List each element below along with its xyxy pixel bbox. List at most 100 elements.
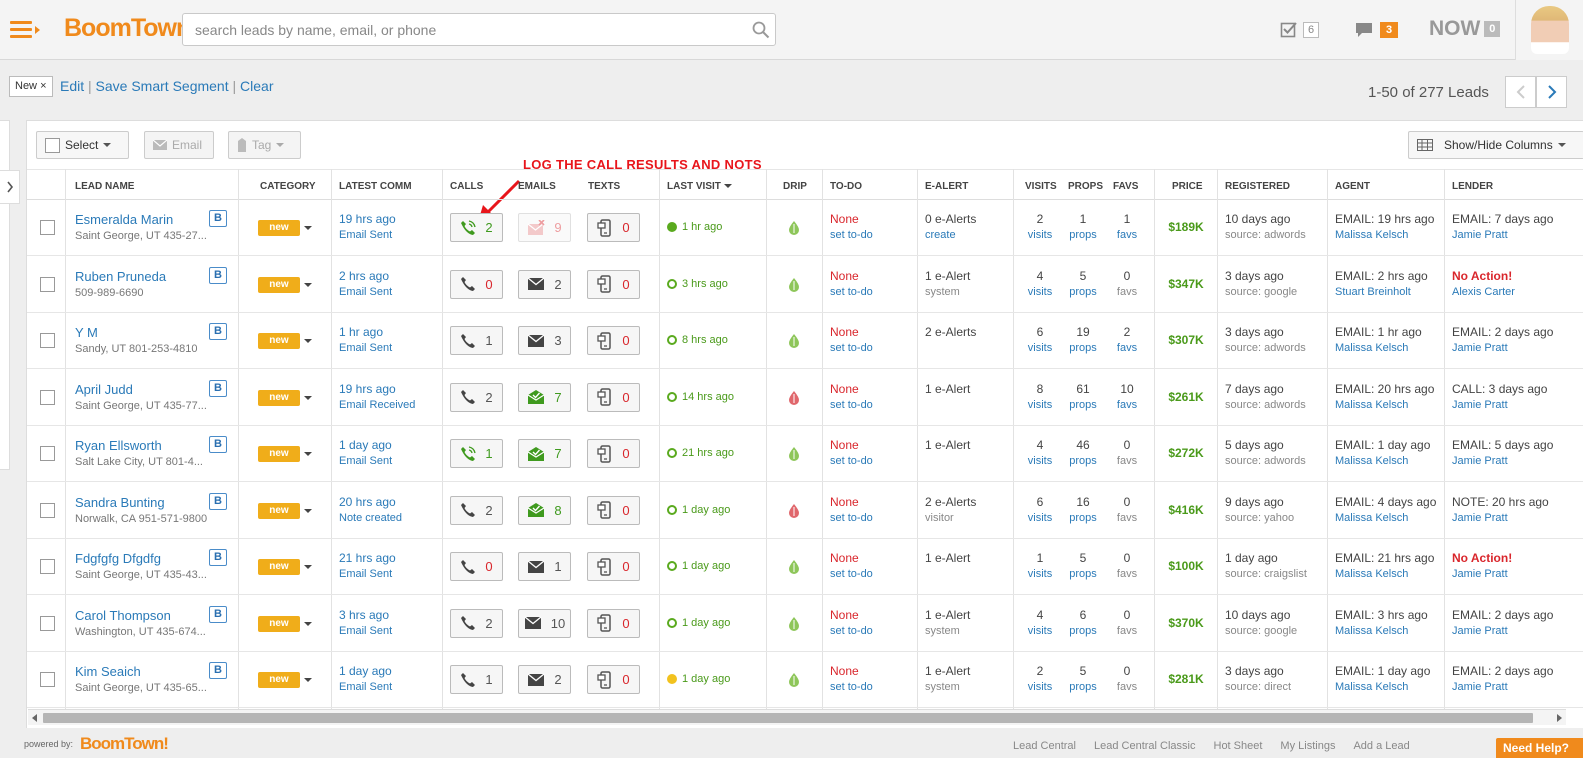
- scroll-left-icon[interactable]: [32, 714, 37, 722]
- table-row[interactable]: Ruben Pruneda 509-989-6690 Bnew 2 hrs ago Em…: [27, 257, 1583, 313]
- table-row[interactable]: Ryan Ellsworth Salt Lake City, UT 801-4..…: [27, 426, 1583, 482]
- visits-stat[interactable]: 2 visits: [1020, 212, 1060, 241]
- props-label[interactable]: props: [1063, 681, 1103, 693]
- ealert-count[interactable]: 1 e-Alert: [925, 438, 970, 452]
- lead-name-link[interactable]: Sandra Bunting: [75, 495, 165, 510]
- props-stat[interactable]: 5 props: [1063, 551, 1103, 580]
- drip-drop-icon[interactable]: [788, 616, 800, 631]
- col-texts[interactable]: TEXTS: [588, 181, 620, 192]
- props-stat[interactable]: 6 props: [1063, 608, 1103, 637]
- table-row[interactable]: Kim Seaich Saint George, UT 435-65... Bnew…: [27, 652, 1583, 708]
- texts-button[interactable]: 0: [587, 608, 640, 638]
- visits-label[interactable]: visits: [1020, 286, 1060, 298]
- latest-comm-time[interactable]: 19 hrs ago: [339, 212, 396, 226]
- emails-button[interactable]: 7: [518, 382, 571, 412]
- favs-stat[interactable]: 2 favs: [1107, 325, 1147, 354]
- col-category[interactable]: CATEGORY: [260, 181, 316, 192]
- category-badge[interactable]: new: [258, 559, 300, 575]
- latest-comm-type[interactable]: Email Sent: [339, 568, 392, 580]
- expand-sidebar-button[interactable]: [0, 170, 20, 204]
- buyer-badge[interactable]: B: [209, 492, 227, 510]
- favs-label[interactable]: favs: [1107, 399, 1147, 411]
- latest-comm-time[interactable]: 1 hr ago: [339, 325, 383, 339]
- props-stat[interactable]: 5 props: [1063, 664, 1103, 693]
- texts-button[interactable]: 0: [587, 269, 640, 299]
- row-checkbox[interactable]: [40, 502, 55, 518]
- segment-chip-new[interactable]: New ×: [9, 76, 53, 97]
- latest-comm-type[interactable]: Email Received: [339, 399, 415, 411]
- lender-name-link[interactable]: Jamie Pratt: [1452, 568, 1508, 580]
- row-checkbox[interactable]: [40, 333, 55, 348]
- calls-button[interactable]: 2: [450, 382, 503, 412]
- agent-name-link[interactable]: Malissa Kelsch: [1335, 568, 1408, 580]
- messages-indicator[interactable]: 3: [1354, 20, 1398, 40]
- latest-comm-type[interactable]: Email Sent: [339, 455, 392, 467]
- user-avatar[interactable]: [1515, 0, 1583, 60]
- next-page-button[interactable]: [1536, 76, 1567, 108]
- buyer-badge[interactable]: B: [209, 662, 227, 679]
- favs-label[interactable]: favs: [1107, 286, 1147, 298]
- latest-comm-time[interactable]: 3 hrs ago: [339, 608, 389, 622]
- latest-comm-type[interactable]: Email Sent: [339, 342, 392, 354]
- col-props[interactable]: PROPS: [1068, 181, 1103, 192]
- agent-name-link[interactable]: Malissa Kelsch: [1335, 455, 1408, 467]
- row-checkbox[interactable]: [40, 446, 55, 461]
- texts-button[interactable]: 0: [587, 382, 640, 412]
- lead-name-link[interactable]: Carol Thompson: [75, 608, 171, 623]
- lead-name-link[interactable]: Ruben Pruneda: [75, 269, 166, 284]
- col-last-visit[interactable]: LAST VISIT: [667, 181, 732, 192]
- latest-comm-type[interactable]: Note created: [339, 512, 402, 524]
- props-stat[interactable]: 61 props: [1063, 382, 1103, 411]
- col-latest-comm[interactable]: LATEST COMM: [339, 181, 412, 192]
- col-lender[interactable]: LENDER: [1452, 181, 1493, 192]
- row-checkbox[interactable]: [40, 672, 55, 687]
- ealert-count[interactable]: 1 e-Alert: [925, 608, 970, 622]
- lender-name-link[interactable]: Jamie Pratt: [1452, 625, 1508, 637]
- agent-name-link[interactable]: Malissa Kelsch: [1335, 399, 1408, 411]
- emails-button[interactable]: 3: [518, 326, 571, 355]
- category-caret-icon[interactable]: [304, 678, 312, 682]
- emails-button[interactable]: 10: [518, 608, 571, 638]
- category-caret-icon[interactable]: [304, 452, 312, 456]
- col-favs[interactable]: FAVS: [1113, 181, 1138, 192]
- visits-stat[interactable]: 1 visits: [1020, 551, 1060, 580]
- texts-button[interactable]: 0: [587, 326, 640, 355]
- tag-dropdown[interactable]: Tag: [228, 131, 301, 159]
- hamburger-menu-icon[interactable]: [10, 17, 40, 43]
- calls-button[interactable]: 2: [450, 213, 503, 242]
- visits-stat[interactable]: 6 visits: [1020, 325, 1060, 354]
- col-registered[interactable]: REGISTERED: [1225, 181, 1290, 192]
- lead-name-link[interactable]: April Judd: [75, 382, 133, 397]
- lender-name-link[interactable]: Jamie Pratt: [1452, 229, 1508, 241]
- latest-comm-type[interactable]: Email Sent: [339, 681, 392, 693]
- ealert-count[interactable]: 1 e-Alert: [925, 664, 970, 678]
- visits-label[interactable]: visits: [1020, 399, 1060, 411]
- visits-label[interactable]: visits: [1020, 568, 1060, 580]
- save-smart-segment-link[interactable]: Save Smart Segment: [96, 78, 229, 94]
- row-checkbox[interactable]: [40, 615, 55, 631]
- agent-name-link[interactable]: Malissa Kelsch: [1335, 681, 1408, 693]
- emails-button[interactable]: 2: [518, 269, 571, 299]
- search-input[interactable]: [182, 13, 776, 46]
- visits-label[interactable]: visits: [1020, 512, 1060, 524]
- category-badge[interactable]: new: [258, 672, 300, 688]
- lead-name-link[interactable]: Esmeralda Marin: [75, 212, 173, 227]
- favs-label[interactable]: favs: [1107, 229, 1147, 241]
- latest-comm-time[interactable]: 21 hrs ago: [339, 551, 396, 565]
- category-badge[interactable]: new: [258, 446, 300, 462]
- favs-stat[interactable]: 10 favs: [1107, 382, 1147, 411]
- edit-segment-link[interactable]: Edit: [60, 78, 84, 94]
- agent-name-link[interactable]: Malissa Kelsch: [1335, 342, 1408, 354]
- agent-name-link[interactable]: Malissa Kelsch: [1335, 229, 1408, 241]
- col-price[interactable]: PRICE: [1172, 181, 1203, 192]
- visits-label[interactable]: visits: [1020, 681, 1060, 693]
- category-caret-icon[interactable]: [304, 339, 312, 343]
- emails-button[interactable]: 9: [518, 213, 571, 242]
- table-row[interactable]: Esmeralda Marin Saint George, UT 435-27..…: [27, 200, 1583, 256]
- ealert-count[interactable]: 0 e-Alerts: [925, 212, 976, 226]
- ealert-count[interactable]: 1 e-Alert: [925, 382, 970, 396]
- category-badge[interactable]: new: [258, 502, 300, 519]
- set-todo-link[interactable]: set to-do: [830, 286, 873, 298]
- emails-button[interactable]: 7: [518, 439, 571, 468]
- category-caret-icon[interactable]: [304, 395, 312, 400]
